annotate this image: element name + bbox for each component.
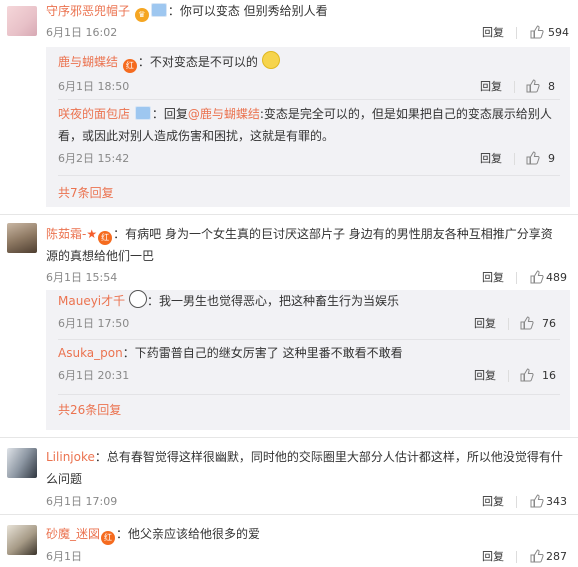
comment-username[interactable]: 砂魔_迷図 <box>46 527 100 541</box>
divider <box>516 551 517 563</box>
comment-item: 陈茹霜-★ 红：有病吧 身为一个女生真的巨讨厌这部片子 身边有的男性朋友各种互相推… <box>0 215 578 438</box>
vip-badge-icon: ♛ <box>134 8 149 22</box>
reply-button[interactable]: 回复 <box>482 547 504 567</box>
avatar[interactable] <box>7 448 37 478</box>
comment-text: 你可以变态 但别秀给别人看 <box>179 4 328 18</box>
comment-username[interactable]: 守序邪恶兜帽子 <box>46 4 130 18</box>
member-badge-icon <box>150 3 167 17</box>
like-count: 76 <box>542 317 556 330</box>
comment-username[interactable]: Lilinjoke <box>46 450 95 464</box>
divider <box>58 339 560 340</box>
divider <box>58 99 560 100</box>
reply-time: 6月1日 18:50 <box>58 80 130 93</box>
comment-text: 他父亲应该给他很多的爱 <box>128 527 261 541</box>
thumbs-up-icon[interactable] <box>530 270 544 284</box>
thumbs-up-icon[interactable] <box>530 494 544 508</box>
reply-button[interactable]: 回复 <box>482 268 504 288</box>
divider <box>514 153 515 165</box>
divider <box>508 318 509 330</box>
more-replies-link[interactable]: 共26条回复 <box>58 400 121 420</box>
thumbs-up-icon[interactable] <box>520 368 534 382</box>
reply-time: 6月1日 20:31 <box>58 369 130 382</box>
divider <box>58 394 560 395</box>
comment-text-cont: 源的真想给他们一巴 <box>46 249 155 263</box>
thumbs-up-icon[interactable] <box>520 316 534 330</box>
avatar[interactable] <box>7 6 37 36</box>
reply-prefix: 回复 <box>163 107 188 121</box>
comment-time: 6月1日 <box>46 550 82 563</box>
like-count: 9 <box>548 152 555 165</box>
thumbs-up-icon[interactable] <box>526 151 540 165</box>
reply-item: Maueyi才千 ：我一男生也觉得恶心，把这种畜生行为当娱乐 6月1日 17:5… <box>46 290 570 340</box>
reply-text-cont: 看，或因此对别人造成伤害和困扰，这就是有罪的。 <box>58 129 335 143</box>
reply-text: :变态是完全可以的，但是如果把自己的变态展示给别人 <box>259 107 552 121</box>
vip-badge-icon: 红 <box>122 59 137 73</box>
comment-text-cont: 么问题 <box>46 472 83 486</box>
like-count: 489 <box>546 271 567 284</box>
comment-username[interactable]: 陈茹霜- <box>46 227 86 241</box>
like-count: 594 <box>548 26 569 39</box>
divider <box>516 272 517 284</box>
reply-item: Asuka_pon：下药雷普自己的继女厉害了 这种里番不敢看不敢看 6月1日 2… <box>46 342 570 392</box>
thinking-emoji-icon <box>261 51 280 69</box>
mention-link[interactable]: @鹿与蝴蝶结 <box>188 107 260 121</box>
like-count: 287 <box>546 550 567 563</box>
reply-list: 鹿与蝴蝶结 红：不对变态是不可以的 6月1日 18:50 回复 8 咲夜的面包店… <box>46 47 570 207</box>
reply-text: 下药雷普自己的继女厉害了 这种里番不敢看不敢看 <box>134 346 403 360</box>
vip-badge-icon: 红 <box>101 531 116 545</box>
reply-button[interactable]: 回复 <box>474 314 496 334</box>
reply-item: 鹿与蝴蝶结 红：不对变态是不可以的 6月1日 18:50 回复 8 <box>46 47 570 97</box>
like-count: 343 <box>546 495 567 508</box>
comment-time: 6月1日 16:02 <box>46 26 118 39</box>
reply-time: 6月2日 15:42 <box>58 152 130 165</box>
comment-thread: 守序邪恶兜帽子 ♛ ：你可以变态 但别秀给别人看 6月1日 16:02 回复 59… <box>0 0 578 563</box>
divider <box>516 496 517 508</box>
reply-button[interactable]: 回复 <box>482 23 504 43</box>
avatar[interactable] <box>7 223 37 253</box>
reply-username[interactable]: Maueyi才千 <box>58 294 125 308</box>
reply-text: 我一男生也觉得恶心，把这种畜生行为当娱乐 <box>158 294 399 308</box>
comment-item: 砂魔_迷図红：他父亲应该给他很多的爱 6月1日 回复 287 <box>0 515 578 563</box>
reply-time: 6月1日 17:50 <box>58 317 130 330</box>
thumbs-up-icon[interactable] <box>530 25 544 39</box>
reply-username[interactable]: 鹿与蝴蝶结 <box>58 55 118 69</box>
member-badge-icon <box>134 106 151 120</box>
comment-time: 6月1日 17:09 <box>46 495 118 508</box>
reply-button[interactable]: 回复 <box>480 149 502 169</box>
divider <box>514 81 515 93</box>
divider <box>508 370 509 382</box>
avatar[interactable] <box>7 525 37 555</box>
vip-badge-icon: 红 <box>98 231 113 245</box>
reply-button[interactable]: 回复 <box>474 366 496 386</box>
comment-time: 6月1日 15:54 <box>46 271 118 284</box>
comment-text: 总有春智觉得这样很幽默，同时他的交际圈里大部分人估计都这样，所以他没觉得有什 <box>106 450 563 464</box>
reply-button[interactable]: 回复 <box>482 492 504 512</box>
reply-list: Maueyi才千 ：我一男生也觉得恶心，把这种畜生行为当娱乐 6月1日 17:5… <box>46 290 570 430</box>
like-count: 16 <box>542 369 556 382</box>
reply-text: 不对变态是不可以的 <box>149 55 258 69</box>
divider <box>516 27 517 39</box>
reply-item: 咲夜的面包店 ：回复@鹿与蝴蝶结:变态是完全可以的，但是如果把自己的变态展示给别… <box>46 103 570 173</box>
thumbs-up-icon[interactable] <box>526 79 540 93</box>
reply-button[interactable]: 回复 <box>480 77 502 97</box>
comment-item: 守序邪恶兜帽子 ♛ ：你可以变态 但别秀给别人看 6月1日 16:02 回复 59… <box>0 0 578 215</box>
comment-text: 有病吧 身为一个女生真的巨讨厌这部片子 身边有的男性朋友各种互相推广分享资 <box>125 227 553 241</box>
star-icon: ★ <box>86 227 98 241</box>
panda-emoji-icon <box>128 290 147 308</box>
reply-username[interactable]: 咲夜的面包店 <box>58 107 130 121</box>
reply-username[interactable]: Asuka_pon <box>58 346 123 360</box>
more-replies-link[interactable]: 共7条回复 <box>58 183 114 203</box>
divider <box>58 175 560 176</box>
comment-item: Lilinjoke：总有春智觉得这样很幽默，同时他的交际圈里大部分人估计都这样，… <box>0 438 578 515</box>
like-count: 8 <box>548 80 555 93</box>
